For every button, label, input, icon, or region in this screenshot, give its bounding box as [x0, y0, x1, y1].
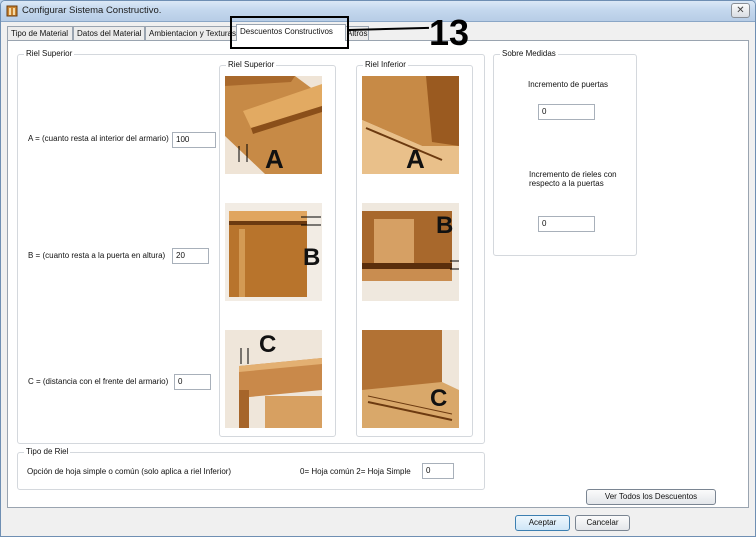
incremento-rieles-input[interactable]: 0	[538, 216, 595, 232]
cancelar-button[interactable]: Cancelar	[575, 515, 630, 531]
riel-superior-legend: Riel Superior	[24, 49, 75, 59]
aceptar-button[interactable]: Aceptar	[515, 515, 570, 531]
riel-superior-b-image: B	[225, 203, 322, 301]
riel-superior-c-image: C	[225, 330, 322, 428]
ver-todos-descuentos-button[interactable]: Ver Todos los Descuentos	[586, 489, 716, 505]
b-label: B = (cuanto resta a la puerta en altura)	[28, 251, 166, 260]
a-label: A = (cuanto resta al interior del armari…	[28, 134, 169, 143]
riel-superior-group: Riel Superior A = (cuanto resta al inter…	[17, 49, 485, 444]
app-icon	[6, 5, 18, 17]
riel-superior-letter-b: B	[303, 244, 320, 271]
incremento-puertas-label: Incremento de puertas	[528, 80, 609, 89]
tipo-riel-option-label: Opción de hoja simple o común (solo apli…	[27, 467, 232, 476]
tab-ambientacion[interactable]: Ambientacion y Texturas	[145, 26, 239, 40]
sobre-medidas-legend: Sobre Medidas	[500, 49, 558, 59]
riel-superior-images-legend: Riel Superior	[226, 60, 277, 70]
tab-page-descuentos: Riel Superior A = (cuanto resta al inter…	[7, 40, 749, 508]
tab-tipo-material[interactable]: Tipo de Material	[7, 26, 73, 40]
callout-number: 13	[429, 12, 470, 53]
riel-inferior-letter-b: B	[436, 212, 453, 239]
incremento-puertas-input[interactable]: 0	[538, 104, 595, 120]
riel-inferior-c-image: C	[362, 330, 459, 428]
riel-superior-letter-a: A	[265, 144, 284, 174]
window-title: Configurar Sistema Constructivo.	[22, 5, 162, 16]
a-input[interactable]: 100	[172, 132, 216, 148]
c-label: C = (distancia con el frente del armario…	[28, 377, 169, 386]
tipo-riel-values-label: 0= Hoja común 2= Hoja Simple	[300, 467, 411, 476]
incremento-rieles-label: Incremento de rieles con respecto a la p…	[529, 170, 617, 188]
riel-inferior-images-group: Riel Inferior A B C	[356, 60, 473, 437]
riel-inferior-b-image: B	[362, 203, 459, 301]
riel-superior-a-image: A	[225, 76, 322, 174]
riel-inferior-a-image: A	[362, 76, 459, 174]
c-input[interactable]: 0	[174, 374, 211, 390]
dialog-window: Configurar Sistema Constructivo. ✕ Tipo …	[0, 0, 756, 537]
tipo-riel-legend: Tipo de Riel	[24, 447, 71, 457]
tipo-riel-group: Tipo de Riel Opción de hoja simple o com…	[17, 447, 485, 490]
riel-superior-images-group: Riel Superior A B C	[219, 60, 336, 437]
b-input[interactable]: 20	[172, 248, 209, 264]
tipo-riel-input[interactable]: 0	[422, 463, 454, 479]
close-icon: ✕	[736, 5, 745, 16]
riel-superior-letter-c: C	[259, 331, 276, 358]
close-button[interactable]: ✕	[731, 3, 750, 18]
title-bar: Configurar Sistema Constructivo. ✕	[1, 1, 755, 22]
sobre-medidas-group: Sobre Medidas Incremento de puertas 0 In…	[493, 49, 637, 256]
tab-datos-material[interactable]: Datos del Material	[73, 26, 145, 40]
riel-inferior-letter-a: A	[406, 144, 425, 174]
callout-box	[230, 16, 349, 49]
riel-inferior-images-legend: Riel Inferior	[363, 60, 408, 70]
riel-inferior-letter-c: C	[430, 385, 447, 412]
